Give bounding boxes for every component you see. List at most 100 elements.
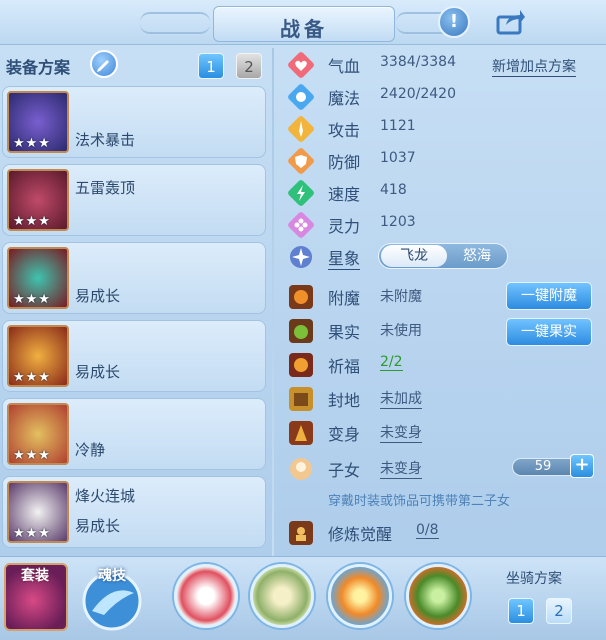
transform-value-link[interactable]: 未变身 <box>380 422 422 443</box>
soul-skill-label: 魂技 <box>98 568 126 584</box>
equip-name: 烽火连城 <box>75 487 136 505</box>
child-value-link[interactable]: 未变身 <box>380 458 422 479</box>
spirit-icon <box>288 212 314 238</box>
equipment-icon: ★★★ <box>7 91 69 153</box>
stat-label: 祈福 <box>328 357 361 376</box>
equip-name: 五雷轰顶 <box>75 179 136 197</box>
stat-label: 防御 <box>328 153 361 172</box>
stat-fief: 封地 未加成 <box>286 384 598 412</box>
equip-name: 易成长 <box>75 363 121 381</box>
equip-slot-1[interactable]: ★★★ 法术暴击 <box>2 86 266 158</box>
stat-label: 速度 <box>328 185 361 204</box>
equipment-icon: ★★★ <box>7 247 69 309</box>
title-ornament-left <box>140 12 210 34</box>
second-child-hint: 穿戴时装或饰品可携带第二子女 <box>328 494 511 509</box>
plus-icon[interactable]: + <box>570 454 594 478</box>
stat-blessing: 祈福 2/2 <box>286 350 598 378</box>
edit-icon[interactable] <box>90 50 118 78</box>
mount-plan-title: 坐骑方案 <box>506 571 562 587</box>
star-option-nuhai[interactable]: 怒海 <box>449 245 505 267</box>
stat-label: 灵力 <box>328 217 361 236</box>
header-bar: 战备 ! <box>0 0 606 45</box>
info-icon[interactable]: ! <box>438 6 470 38</box>
stat-attack: 攻击 1121 <box>286 114 598 142</box>
stat-value: 3384/3384 <box>380 54 456 70</box>
equip-slot-3[interactable]: ★★★ 易成长 <box>2 242 266 314</box>
title-plate: 战备 <box>213 6 395 42</box>
star-rating: ★★★ <box>13 526 51 541</box>
stat-label: 修炼觉醒 <box>328 525 393 544</box>
panel-divider <box>272 48 274 556</box>
star-sign-icon <box>290 246 312 268</box>
equip-subname: 易成长 <box>75 517 121 535</box>
page-title: 战备 <box>280 17 328 41</box>
equipment-icon: ★★★ <box>7 481 69 543</box>
stat-label: 附魔 <box>328 289 361 308</box>
star-sign-toggle[interactable]: 飞龙 怒海 <box>378 243 508 269</box>
star-option-feilong[interactable]: 飞龙 <box>381 245 447 267</box>
equip-slot-4[interactable]: ★★★ 易成长 <box>2 320 266 392</box>
fief-value-link[interactable]: 未加成 <box>380 388 422 409</box>
stat-speed: 速度 418 <box>286 178 598 206</box>
stat-label: 果实 <box>328 323 361 342</box>
star-rating: ★★★ <box>13 370 51 385</box>
stat-label: 变身 <box>328 425 361 444</box>
star-sign-link[interactable]: 星象 <box>328 245 361 270</box>
stat-label: 魔法 <box>328 89 361 108</box>
star-rating: ★★★ <box>13 136 51 151</box>
defense-icon <box>288 148 314 174</box>
fruit-icon <box>289 319 313 343</box>
fief-icon <box>289 387 313 411</box>
cultivation-value-link[interactable]: 0/8 <box>416 522 439 539</box>
skill-orb-2[interactable] <box>250 564 314 628</box>
hp-icon <box>288 52 314 78</box>
stat-value: 418 <box>380 182 407 198</box>
child-slider-value: 59 <box>534 459 552 474</box>
blessing-value-link[interactable]: 2/2 <box>380 354 403 371</box>
one-key-enchant-button[interactable]: 一键附魔 <box>506 282 592 310</box>
blessing-icon <box>289 353 313 377</box>
mount-scheme-2-button[interactable]: 2 <box>546 598 572 624</box>
stat-spirit: 灵力 1203 <box>286 210 598 238</box>
stat-label: 封地 <box>328 391 361 410</box>
stat-value: 未使用 <box>380 323 422 339</box>
stat-hp: 气血 3384/3384 <box>286 50 598 78</box>
battle-prep-panel: 战备 ! 装备方案 1 2 ★★★ 法术暴击 ★★★ 五雷轰顶 ★★★ 易成长 … <box>0 0 606 640</box>
stat-value: 未附魔 <box>380 289 422 305</box>
star-rating: ★★★ <box>13 448 51 463</box>
mount-scheme-1-button[interactable]: 1 <box>508 598 534 624</box>
equipment-icon: ★★★ <box>7 403 69 465</box>
mp-icon <box>288 84 314 110</box>
transform-icon <box>289 421 313 445</box>
equip-scheme-1-button[interactable]: 1 <box>198 53 224 79</box>
equip-name: 冷静 <box>75 441 106 459</box>
skill-orb-4[interactable] <box>406 564 470 628</box>
one-key-fruit-button[interactable]: 一键果实 <box>506 318 592 346</box>
stat-value: 2420/2420 <box>380 86 456 102</box>
skill-orb-3[interactable] <box>328 564 392 628</box>
stat-label: 气血 <box>328 57 361 76</box>
share-icon[interactable] <box>496 9 526 35</box>
stat-mp: 魔法 2420/2420 <box>286 82 598 110</box>
star-rating: ★★★ <box>13 292 51 307</box>
speed-icon <box>288 180 314 206</box>
star-rating: ★★★ <box>13 214 51 229</box>
stat-value: 1203 <box>380 214 416 230</box>
equip-slot-6[interactable]: ★★★ 烽火连城 易成长 <box>2 476 266 548</box>
equip-name: 易成长 <box>75 287 121 305</box>
stat-transform: 变身 未变身 <box>286 418 598 446</box>
equip-scheme-2-button[interactable]: 2 <box>236 53 262 79</box>
stat-defense: 防御 1037 <box>286 146 598 174</box>
equip-name: 法术暴击 <box>75 131 136 149</box>
equipment-icon: ★★★ <box>7 325 69 387</box>
stat-value: 1037 <box>380 150 416 166</box>
cultivation-icon <box>289 521 313 545</box>
skill-orb-1[interactable] <box>174 564 238 628</box>
equip-slot-2[interactable]: ★★★ 五雷轰顶 <box>2 164 266 236</box>
equip-slot-5[interactable]: ★★★ 冷静 <box>2 398 266 470</box>
stat-label: 子女 <box>328 461 361 480</box>
stat-value: 1121 <box>380 118 416 134</box>
enchant-icon <box>289 285 313 309</box>
child-icon <box>290 458 312 480</box>
equipment-icon: ★★★ <box>7 169 69 231</box>
